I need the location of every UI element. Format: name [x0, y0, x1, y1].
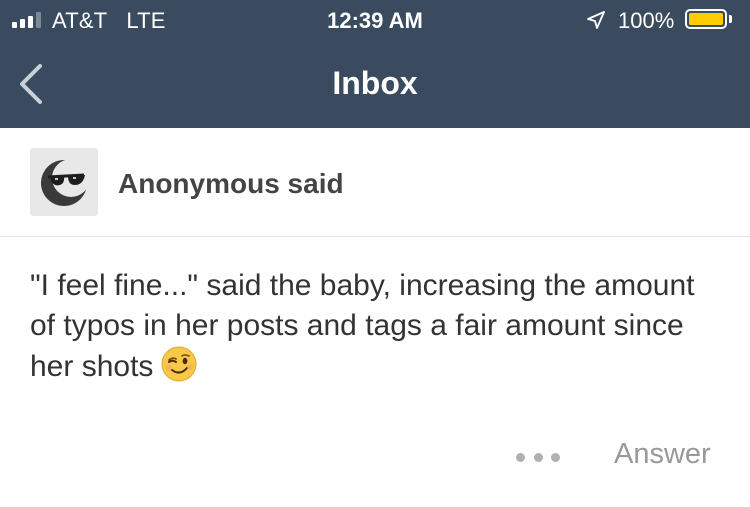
- nav-bar: Inbox: [0, 40, 750, 128]
- question-text: "I feel fine..." said the baby, increasi…: [30, 266, 710, 387]
- page-title: Inbox: [332, 65, 418, 101]
- battery-percent: 100%: [618, 8, 675, 33]
- answer-button[interactable]: Answer: [614, 438, 711, 471]
- avatar[interactable]: [30, 148, 98, 216]
- winking-face-emoji-icon: [161, 346, 197, 382]
- sunglasses-face-icon: [41, 159, 90, 206]
- battery-tip: [729, 15, 732, 23]
- asker-name: Anonymous said: [118, 168, 344, 199]
- status-bar: AT&T LTE 12:39 AM 100%: [0, 0, 750, 40]
- more-dots-icon[interactable]: [516, 447, 560, 467]
- header: AT&T LTE 12:39 AM 100% Inbox: [0, 0, 750, 128]
- question-body: "I feel fine..." said the baby, increasi…: [30, 269, 695, 383]
- battery-icon: [685, 9, 727, 29]
- location-arrow-icon: [587, 11, 605, 29]
- asker-row: Anonymous said: [0, 128, 750, 237]
